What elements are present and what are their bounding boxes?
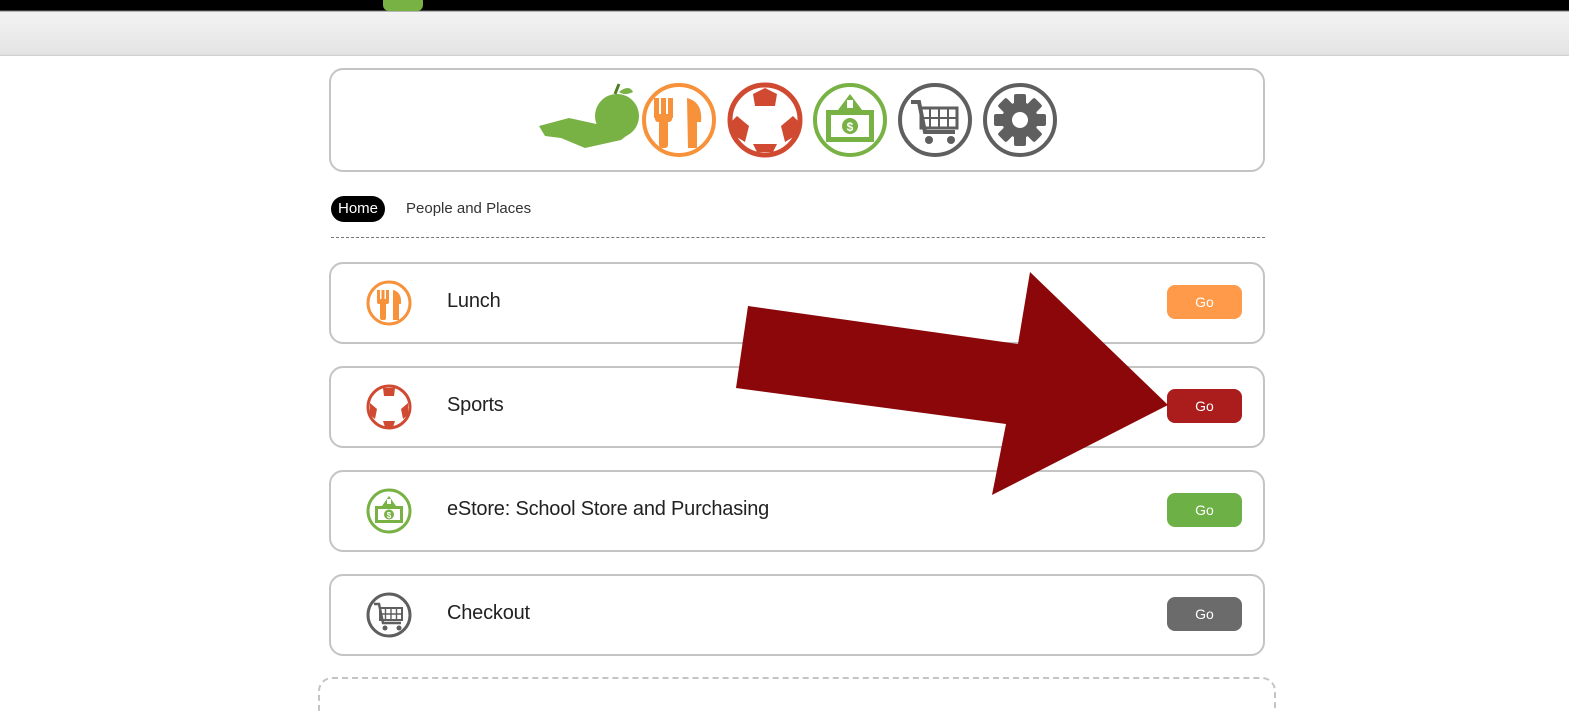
money-icon: $: [813, 83, 887, 157]
shopping-cart-icon: [366, 592, 412, 638]
sports-go-button[interactable]: Go: [1167, 389, 1242, 423]
svg-text:$: $: [847, 120, 854, 134]
bottom-dashed-panel: [318, 677, 1276, 711]
estore-label: eStore: School Store and Purchasing: [447, 498, 770, 520]
estore-row: $ eStore: School Store and Purchasing Go: [329, 470, 1265, 552]
hand-apple-icon: [539, 83, 639, 148]
gear-icon: [983, 83, 1057, 157]
sports-row: Sports Go: [329, 366, 1265, 448]
top-header-bar: [0, 0, 1569, 56]
money-icon: $: [366, 488, 412, 534]
breadcrumb-home-link[interactable]: Home: [331, 196, 386, 222]
shopping-cart-icon: [898, 83, 972, 157]
breadcrumb: Home People and Places: [331, 196, 1265, 238]
estore-go-button[interactable]: Go: [1167, 493, 1242, 527]
lunch-row: Lunch Go: [329, 262, 1265, 344]
header-accent-tab: [383, 0, 423, 11]
checkout-row: Checkout Go: [329, 574, 1265, 656]
lunch-label: Lunch: [447, 290, 501, 312]
checkout-go-button[interactable]: Go: [1167, 597, 1242, 631]
logo-icons-strip: $: [539, 82, 1057, 158]
soccer-ball-icon: [727, 82, 803, 158]
logo-banner: $: [329, 68, 1265, 172]
svg-text:$: $: [387, 511, 392, 520]
sports-label: Sports: [447, 394, 504, 416]
soccer-ball-icon: [366, 384, 412, 430]
checkout-label: Checkout: [447, 602, 530, 624]
fork-knife-icon: [366, 280, 412, 326]
lunch-go-button[interactable]: Go: [1167, 285, 1242, 319]
breadcrumb-people-and-places-link[interactable]: People and Places: [406, 196, 531, 222]
fork-knife-icon: [642, 83, 716, 157]
